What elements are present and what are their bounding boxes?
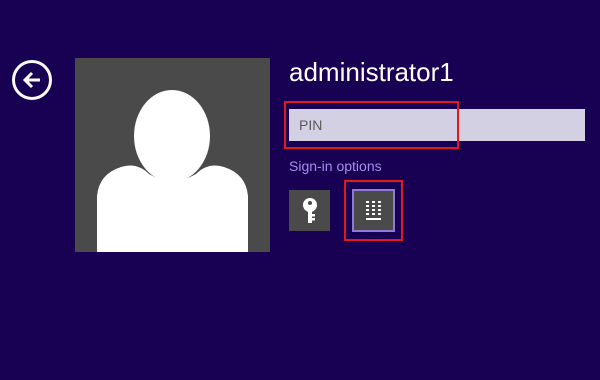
username-label: administrator1 [289, 57, 454, 87]
lock-screen: administrator1 Sign-in options [0, 0, 600, 380]
key-icon [302, 197, 317, 223]
back-button[interactable] [12, 60, 52, 100]
pin-input[interactable] [289, 109, 585, 141]
user-silhouette-icon [97, 90, 248, 252]
user-avatar [75, 58, 270, 252]
keypad-icon [365, 200, 381, 220]
back-arrow-icon [22, 71, 40, 89]
password-option-button[interactable] [289, 190, 330, 231]
sign-in-options-link[interactable]: Sign-in options [289, 157, 382, 175]
pin-option-button[interactable] [352, 189, 395, 232]
